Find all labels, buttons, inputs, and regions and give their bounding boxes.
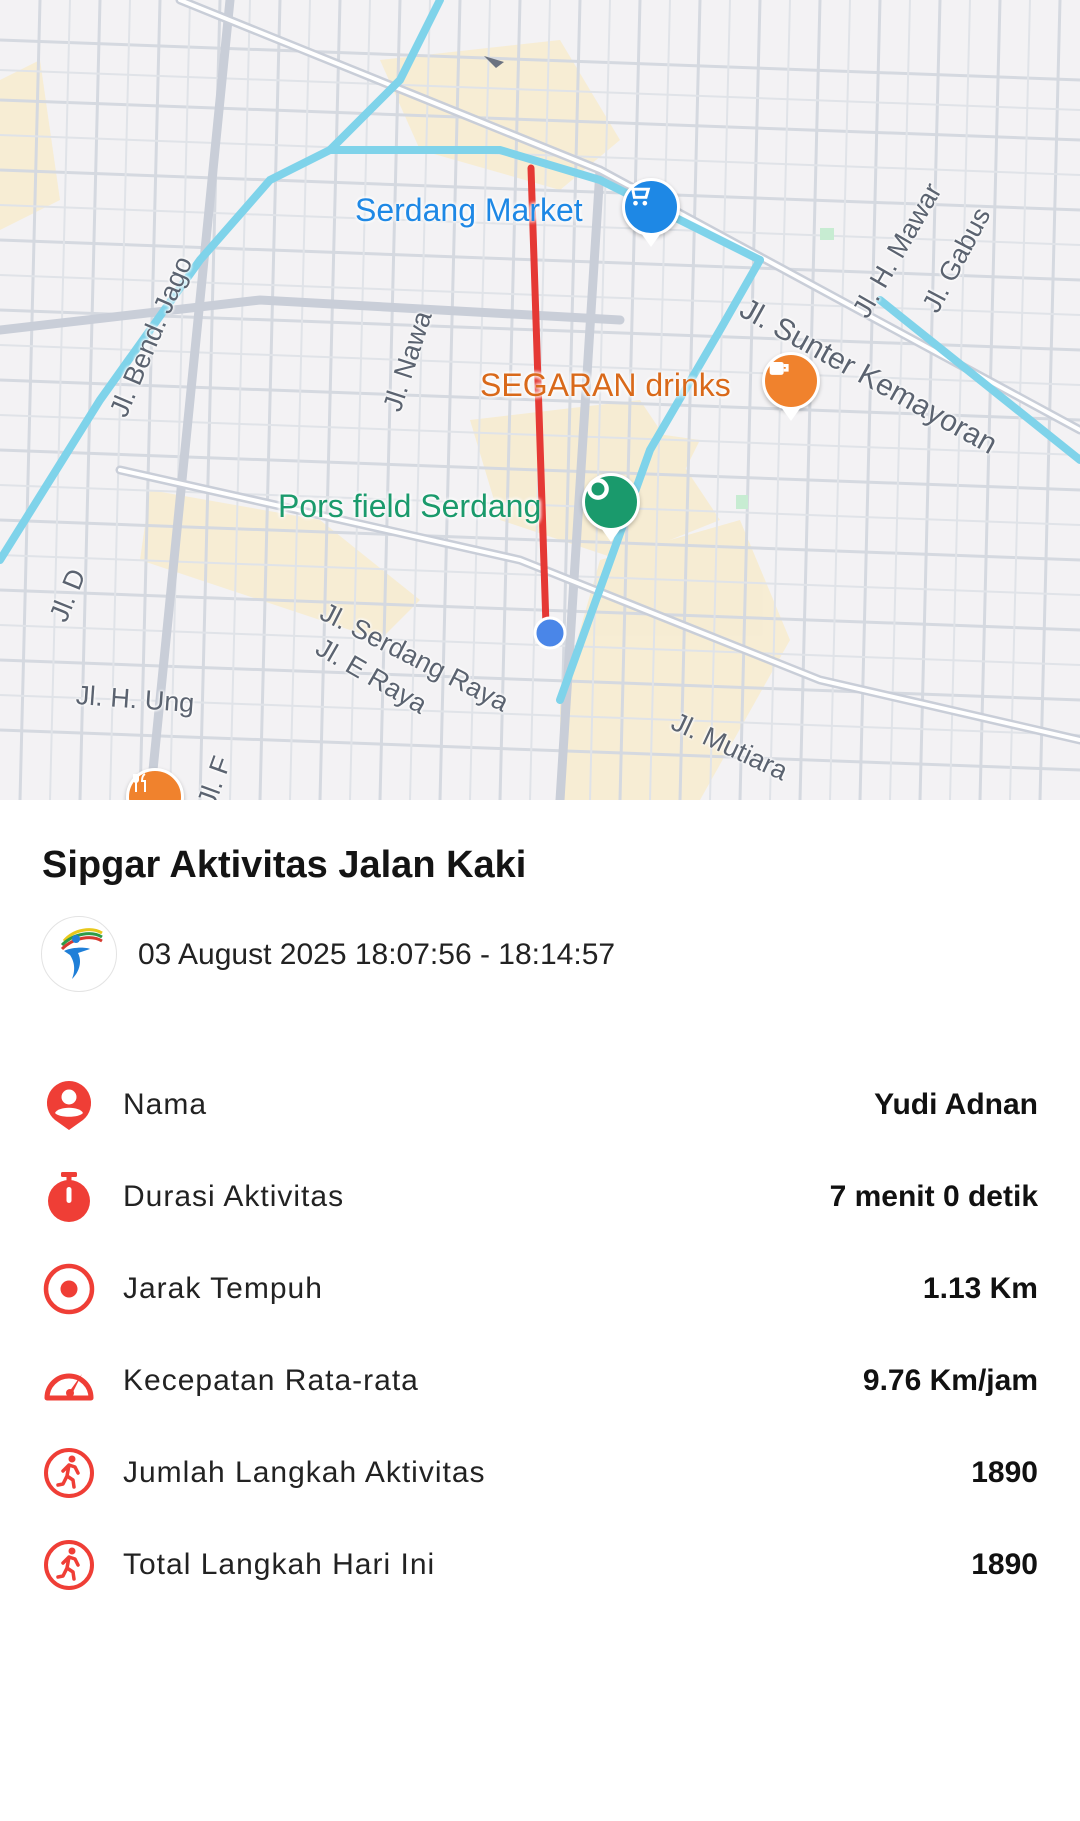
target-icon <box>43 1263 95 1315</box>
stat-label: Durasi Aktivitas <box>123 1180 345 1213</box>
stat-row-name: Nama Yudi Adnan <box>42 1074 1038 1134</box>
activity-title: Sipgar Aktivitas Jalan Kaki <box>42 844 527 886</box>
activity-details-panel: Sipgar Aktivitas Jalan Kaki 03 August 20… <box>0 800 1080 1821</box>
stat-value: 1890 <box>971 1548 1038 1581</box>
stat-value: 7 menit 0 detik <box>829 1180 1038 1213</box>
person-pin-icon <box>46 1081 92 1130</box>
stat-row-activity-steps: Jumlah Langkah Aktivitas 1890 <box>42 1442 1038 1502</box>
route-map[interactable]: Serdang Market SEGARAN drinks Pors field… <box>0 0 1080 800</box>
app-logo <box>41 916 117 992</box>
speedometer-icon <box>44 1373 94 1401</box>
stat-label: Kecepatan Rata-rata <box>123 1364 419 1397</box>
poi-label-drinks[interactable]: SEGARAN drinks <box>480 367 731 404</box>
stat-value: Yudi Adnan <box>874 1088 1038 1121</box>
stat-value: 1.13 Km <box>922 1272 1038 1305</box>
poi-label-market[interactable]: Serdang Market <box>355 192 583 229</box>
stat-label: Jumlah Langkah Aktivitas <box>123 1456 486 1489</box>
stat-row-distance: Jarak Tempuh 1.13 Km <box>42 1258 1038 1318</box>
stopwatch-icon <box>48 1172 90 1222</box>
poi-label-field[interactable]: Pors field Serdang <box>278 488 541 525</box>
stat-label: Jarak Tempuh <box>123 1272 323 1305</box>
place-pin-icon[interactable] <box>582 473 640 542</box>
activity-datetime: 03 August 2025 18:07:56 - 18:14:57 <box>138 938 616 971</box>
current-position-marker <box>533 616 567 650</box>
stat-row-speed: Kecepatan Rata-rata 9.76 Km/jam <box>42 1350 1038 1410</box>
stat-label: Nama <box>123 1088 208 1121</box>
stat-value: 9.76 Km/jam <box>862 1364 1038 1397</box>
walking-icon <box>44 1448 94 1498</box>
stat-value: 1890 <box>971 1456 1038 1489</box>
stat-label: Total Langkah Hari Ini <box>123 1548 436 1581</box>
shopping-cart-icon[interactable] <box>622 178 680 247</box>
walking-icon <box>44 1540 94 1590</box>
stat-row-duration: Durasi Aktivitas 7 menit 0 detik <box>42 1166 1038 1226</box>
stat-row-total-steps: Total Langkah Hari Ini 1890 <box>42 1534 1038 1594</box>
